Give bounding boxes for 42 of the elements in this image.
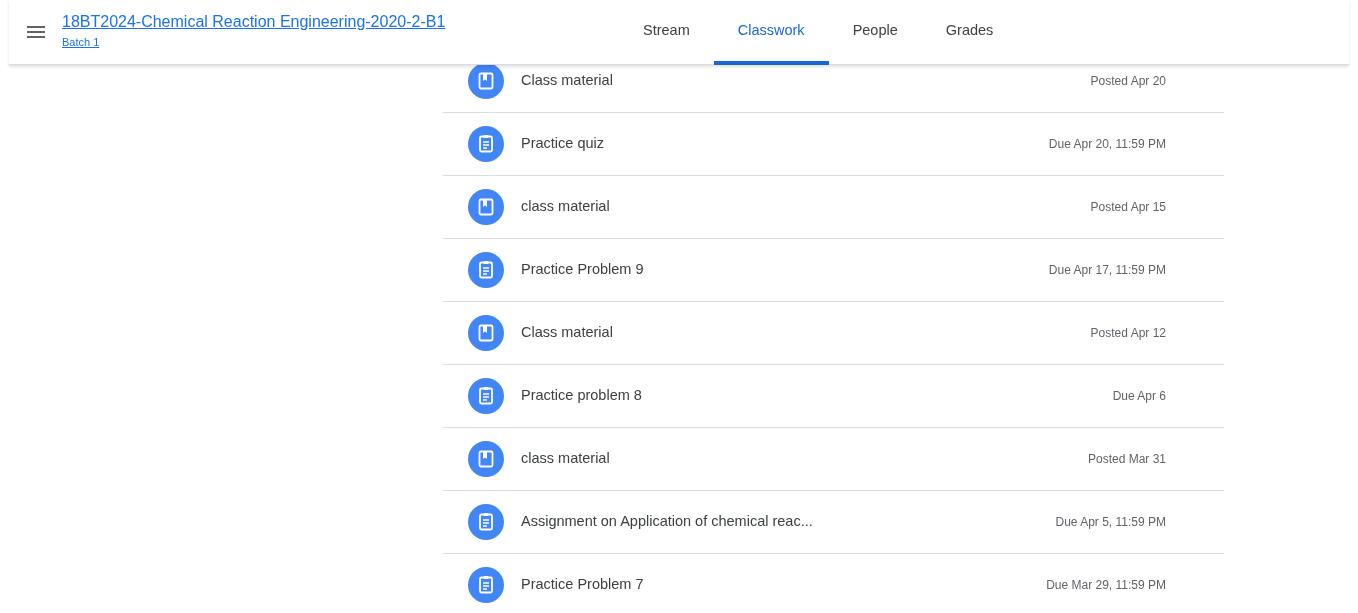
item-date: Posted Apr 12 [1090,325,1166,342]
item-title: Practice Problem 9 [521,260,644,280]
clipboard-icon [468,378,504,414]
item-title: class material [521,197,610,217]
classwork-item[interactable]: Assignment on Application of chemical reac... Due Apr 5, 11:59 PM [443,491,1224,554]
item-title: Practice Problem 7 [521,575,644,595]
item-date: Due Mar 29, 11:59 PM [1046,577,1166,594]
tab[interactable]: People [828,0,922,65]
item-date: Posted Mar 31 [1087,451,1166,468]
classwork-item[interactable]: Class material Posted Apr 12 [443,302,1224,365]
classwork-item[interactable]: Practice problem 8 Due Apr 6 [443,365,1224,428]
course-title-link[interactable]: 18BT2024-Chemical Reaction Engineering-2020-2-B1 [62,11,446,32]
item-date: Posted Apr 20 [1090,73,1166,90]
item-title: Class material [521,323,613,343]
item-title: Practice problem 8 [521,386,642,406]
classwork-item[interactable]: Practice Problem 9 Due Apr 17, 11:59 PM [443,239,1224,302]
tab[interactable]: Grades [921,0,1018,65]
book-icon [468,441,504,477]
book-icon [468,189,504,225]
menu-icon[interactable] [27,26,45,38]
item-date: Posted Apr 15 [1090,199,1166,216]
classwork-item[interactable]: class material Posted Mar 31 [443,428,1224,491]
item-date: Due Apr 5, 11:59 PM [1055,514,1166,531]
tab[interactable]: Stream [619,0,714,65]
classwork-item[interactable]: Practice Problem 7 Due Mar 29, 11:59 PM [443,554,1224,613]
item-title: Practice quiz [521,134,604,154]
clipboard-icon [468,252,504,288]
classwork-item[interactable]: Practice quiz Due Apr 20, 11:59 PM [443,113,1224,176]
item-title: class material [521,449,610,469]
item-title: Class material [521,71,613,91]
book-icon [468,315,504,351]
clipboard-icon [468,126,504,162]
clipboard-icon [468,567,504,603]
item-date: Due Apr 6 [1112,388,1166,405]
tab[interactable]: Classwork [713,0,829,65]
section-link[interactable]: Batch 1 [62,34,100,49]
clipboard-icon [468,504,504,540]
classwork-item[interactable]: Class material Posted Apr 20 [443,65,1224,113]
item-date: Due Apr 20, 11:59 PM [1048,136,1166,153]
item-date: Due Apr 17, 11:59 PM [1048,262,1166,279]
classwork-item[interactable]: class material Posted Apr 15 [443,176,1224,239]
item-title: Assignment on Application of chemical reac... [521,512,813,532]
